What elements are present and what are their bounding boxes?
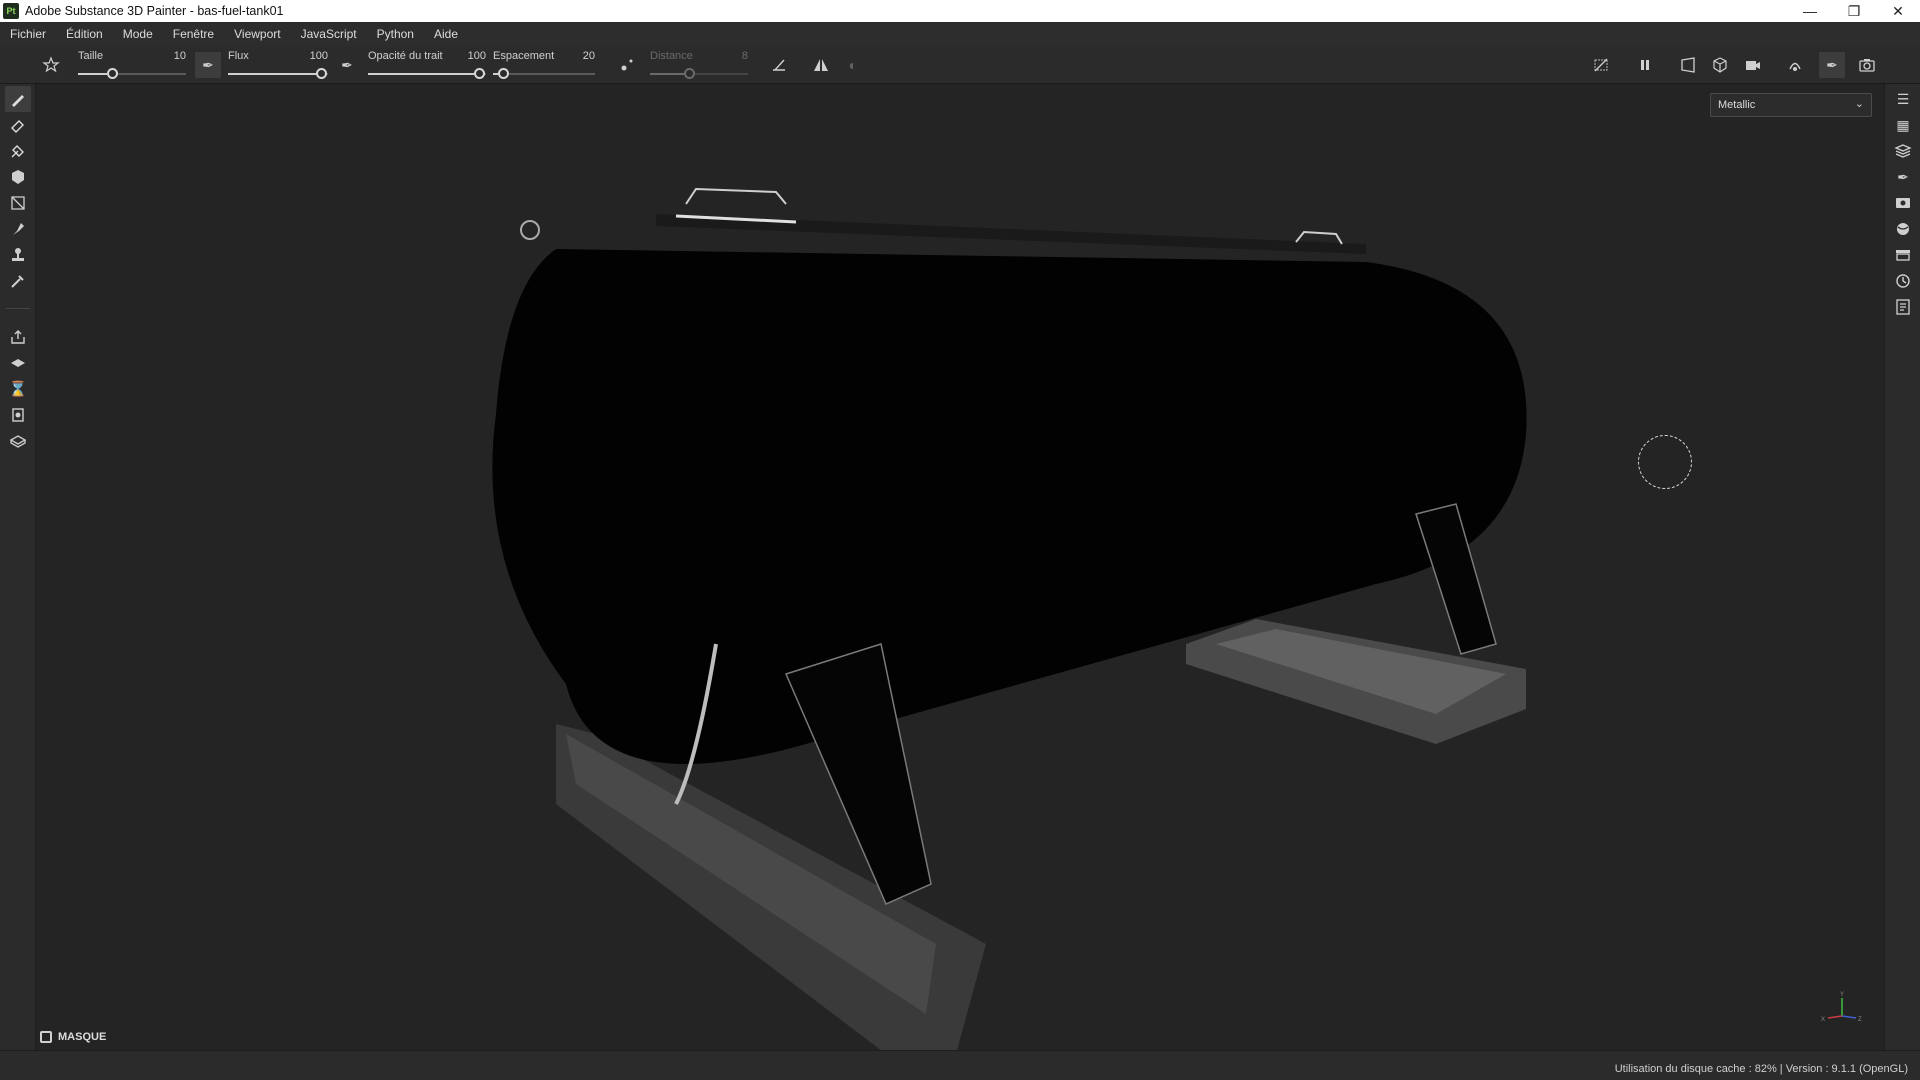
- stroke-opacity-slider[interactable]: Opacité du trait 100: [368, 48, 486, 82]
- 3d-viewport[interactable]: Metallic ⌄ MASQUE Y X Z: [36, 84, 1884, 1050]
- log-icon[interactable]: [1890, 294, 1916, 320]
- size-slider[interactable]: Taille 10: [78, 48, 186, 82]
- axis-gizmo: Y X Z: [1821, 992, 1862, 1023]
- distance-fill: [650, 73, 684, 75]
- polygon-fill-icon[interactable]: [5, 164, 31, 190]
- menu-fenetre[interactable]: Fenêtre: [173, 27, 214, 41]
- fuel-tank-model[interactable]: [36, 84, 1884, 1050]
- backface-culling-icon[interactable]: ◐: [840, 52, 866, 78]
- menu-mode[interactable]: Mode: [123, 27, 153, 41]
- menu-bar: Fichier Édition Mode Fenêtre Viewport Ja…: [0, 22, 1920, 46]
- mask-label: MASQUE: [58, 1031, 107, 1043]
- camera-icon[interactable]: [1740, 52, 1766, 78]
- status-bar: Utilisation du disque cache : 82% | Vers…: [0, 1050, 1920, 1080]
- size-value[interactable]: 10: [174, 50, 186, 62]
- distance-handle: [684, 68, 695, 79]
- x-axis: [1827, 1015, 1843, 1019]
- mirror-icon[interactable]: [808, 52, 834, 78]
- hide-icon[interactable]: [1588, 52, 1614, 78]
- window-title: Adobe Substance 3D Painter - bas-fuel-ta…: [25, 4, 284, 18]
- eraser-icon[interactable]: [5, 112, 31, 138]
- flow-pressure-icon[interactable]: ✒: [334, 52, 360, 78]
- export-icon[interactable]: [5, 324, 31, 350]
- environment-icon[interactable]: [1890, 216, 1916, 242]
- color-picker-icon[interactable]: [5, 268, 31, 294]
- cube-icon[interactable]: [1707, 52, 1733, 78]
- menu-aide[interactable]: Aide: [434, 27, 458, 41]
- tool-properties-bar: Taille 10 ✒ Flux 100 ✒ Opacité du trait …: [0, 46, 1920, 84]
- screenshot-icon[interactable]: [1854, 52, 1880, 78]
- right-panel-strip: ☰ ▦ ✒: [1884, 84, 1920, 1050]
- spacing-label: Espacement: [493, 50, 555, 62]
- texture-set-list-icon[interactable]: ▦: [1890, 112, 1916, 138]
- paint-mode-icon[interactable]: ✒: [1819, 52, 1845, 78]
- layers-icon[interactable]: ☰: [1890, 86, 1916, 112]
- perspective-icon[interactable]: [1675, 52, 1701, 78]
- stroke-opacity-value[interactable]: 100: [468, 50, 486, 62]
- flow-value[interactable]: 100: [310, 50, 328, 62]
- lazy-mouse-icon[interactable]: [615, 52, 641, 78]
- mask-toggle[interactable]: MASQUE: [40, 1031, 106, 1043]
- minimize-icon[interactable]: —: [1788, 0, 1832, 22]
- shelf-icon[interactable]: [1890, 242, 1916, 268]
- menu-javascript[interactable]: JavaScript: [301, 27, 357, 41]
- z-axis-label: Z: [1858, 1017, 1862, 1023]
- flow-slider[interactable]: Flux 100: [228, 48, 328, 82]
- distance-value: 8: [741, 50, 748, 62]
- layer-stack-icon[interactable]: [1890, 138, 1916, 164]
- texture-set-icon[interactable]: [5, 402, 31, 428]
- geometry-mask-icon[interactable]: [5, 190, 31, 216]
- valve-ring: [520, 220, 540, 240]
- menu-edition[interactable]: Édition: [66, 27, 103, 41]
- distance-slider: Distance 8: [650, 48, 748, 82]
- left-tool-panel: ⌛: [0, 84, 36, 1050]
- size-handle[interactable]: [107, 68, 118, 79]
- channel-select-value: Metallic: [1718, 99, 1756, 111]
- bake-icon[interactable]: [5, 350, 31, 376]
- brush-preset-icon[interactable]: [38, 52, 64, 78]
- spacing-value[interactable]: 20: [583, 50, 595, 62]
- smudge-icon[interactable]: [5, 216, 31, 242]
- channel-select[interactable]: Metallic ⌄: [1710, 93, 1872, 117]
- size-label: Taille: [78, 50, 104, 62]
- hatch-handle: [685, 187, 787, 205]
- z-axis: [1841, 1015, 1857, 1019]
- x-axis-label: X: [1821, 1017, 1825, 1023]
- chevron-down-icon: ⌄: [1854, 98, 1864, 110]
- properties-icon[interactable]: ✒: [1890, 164, 1916, 190]
- size-pressure-icon[interactable]: ✒: [195, 52, 221, 78]
- menu-fichier[interactable]: Fichier: [10, 27, 46, 41]
- symmetry-icon[interactable]: [1782, 52, 1808, 78]
- cache-status-text: Utilisation du disque cache : 82% | Vers…: [1614, 1063, 1908, 1075]
- projection-icon[interactable]: [5, 138, 31, 164]
- shelf-icon[interactable]: ⌛: [5, 376, 31, 402]
- history-icon[interactable]: [1890, 268, 1916, 294]
- flow-fill: [228, 73, 316, 75]
- flow-label: Flux: [228, 50, 249, 62]
- menu-python[interactable]: Python: [377, 27, 414, 41]
- menu-viewport[interactable]: Viewport: [234, 27, 280, 41]
- paint-brush-icon[interactable]: [5, 86, 31, 112]
- y-axis-label: Y: [1840, 992, 1844, 998]
- mesh-icon[interactable]: [5, 428, 31, 454]
- size-fill: [78, 73, 107, 75]
- stroke-opacity-label: Opacité du trait: [368, 50, 443, 62]
- stroke-opacity-fill: [368, 73, 474, 75]
- spacing-handle[interactable]: [498, 68, 509, 79]
- stroke-opacity-handle[interactable]: [474, 68, 485, 79]
- title-bar: Pt Adobe Substance 3D Painter - bas-fuel…: [0, 0, 1920, 22]
- clone-icon[interactable]: [5, 242, 31, 268]
- close-icon[interactable]: ✕: [1876, 0, 1920, 22]
- flow-handle[interactable]: [316, 68, 327, 79]
- tool-separator: [6, 308, 30, 309]
- brush-cursor: [1638, 435, 1692, 489]
- distance-label: Distance: [650, 50, 693, 62]
- display-settings-icon[interactable]: [1890, 190, 1916, 216]
- alignment-icon[interactable]: [766, 52, 792, 78]
- app-logo: Pt: [3, 3, 19, 19]
- spacing-slider[interactable]: Espacement 20: [493, 48, 595, 82]
- mask-checkbox[interactable]: [40, 1031, 52, 1043]
- maximize-icon[interactable]: ❐: [1832, 0, 1876, 22]
- pause-icon[interactable]: [1632, 52, 1658, 78]
